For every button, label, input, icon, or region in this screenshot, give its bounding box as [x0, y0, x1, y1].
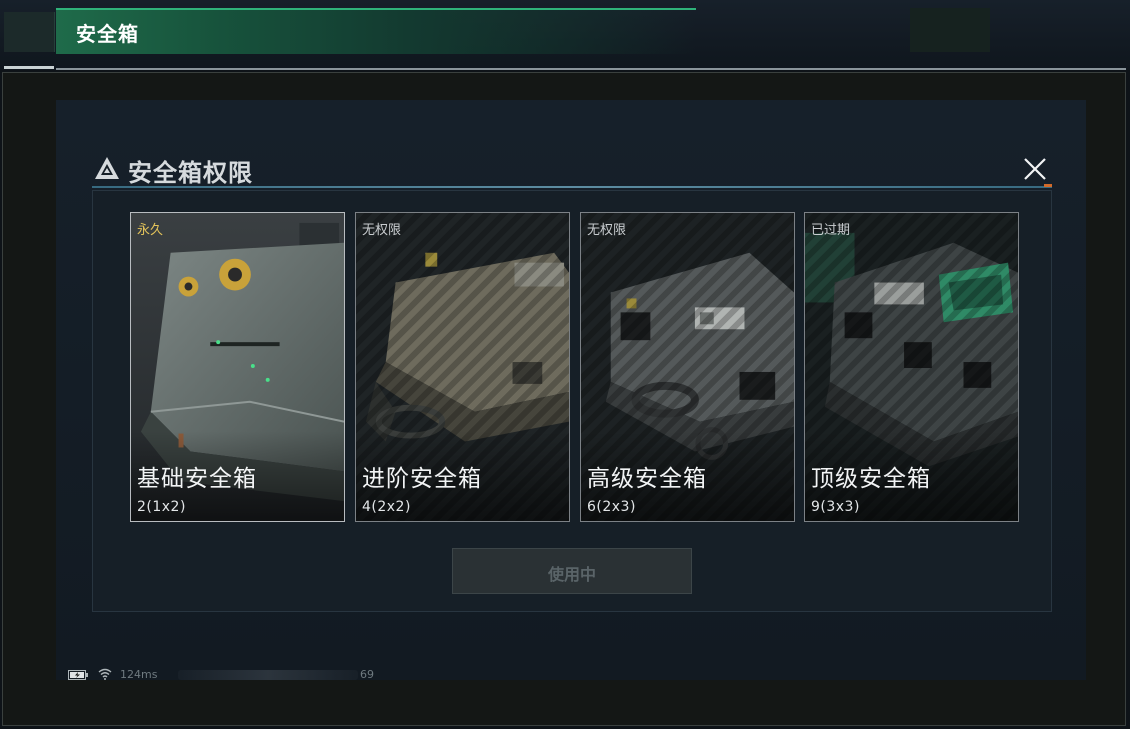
- card-top-tier-safe-box[interactable]: 已过期 顶级安全箱 9(3x3): [804, 212, 1019, 522]
- blurred-info-bar: [178, 670, 358, 680]
- in-use-button-label: 使用中: [547, 565, 596, 584]
- card-status-label: 永久: [137, 223, 164, 238]
- page-title: 安全箱: [76, 22, 139, 46]
- warning-triangle-icon: [95, 157, 119, 179]
- card-name: 基础安全箱: [137, 466, 257, 492]
- card-advanced-safe-box[interactable]: 无权限 进阶安全箱 4(2x2): [355, 212, 570, 522]
- card-capacity: 6(2x3): [587, 499, 636, 515]
- wifi-icon: [98, 668, 112, 680]
- ping-value: 124ms: [120, 668, 158, 681]
- top-right-panel: [910, 8, 990, 52]
- back-tab[interactable]: [4, 12, 55, 52]
- card-status-label: 已过期: [811, 223, 851, 238]
- dialog-title: 安全箱权限: [128, 159, 253, 187]
- card-name: 高级安全箱: [587, 466, 707, 492]
- fps-value: 69: [360, 668, 374, 681]
- tab-underline: [4, 66, 54, 69]
- top-bar: 安全箱: [0, 0, 1130, 70]
- card-capacity: 4(2x2): [362, 499, 411, 515]
- card-name: 进阶安全箱: [362, 466, 482, 492]
- close-icon[interactable]: [1020, 154, 1050, 184]
- safe-box-permission-dialog: 安全箱权限 永久 基础安全箱 2(1x2) 无权限 进阶安全箱 4(2x2) 无…: [92, 148, 1052, 612]
- status-bar: 124ms 69: [68, 667, 388, 683]
- card-basic-safe-box[interactable]: 永久 基础安全箱 2(1x2): [130, 212, 345, 522]
- battery-charging-icon: [68, 670, 88, 680]
- header-accent: [1044, 184, 1052, 187]
- card-status-label: 无权限: [362, 223, 402, 238]
- card-high-level-safe-box[interactable]: 无权限 高级安全箱 6(2x3): [580, 212, 795, 522]
- top-divider: [56, 68, 1126, 70]
- card-status-label: 无权限: [587, 223, 627, 238]
- card-capacity: 2(1x2): [137, 499, 186, 515]
- in-use-button[interactable]: 使用中: [452, 548, 692, 594]
- dialog-header: 安全箱权限: [92, 148, 1052, 188]
- header-divider: [92, 186, 1052, 188]
- card-name: 顶级安全箱: [811, 466, 931, 492]
- title-bar-background: [56, 8, 696, 54]
- card-capacity: 9(3x3): [811, 499, 860, 515]
